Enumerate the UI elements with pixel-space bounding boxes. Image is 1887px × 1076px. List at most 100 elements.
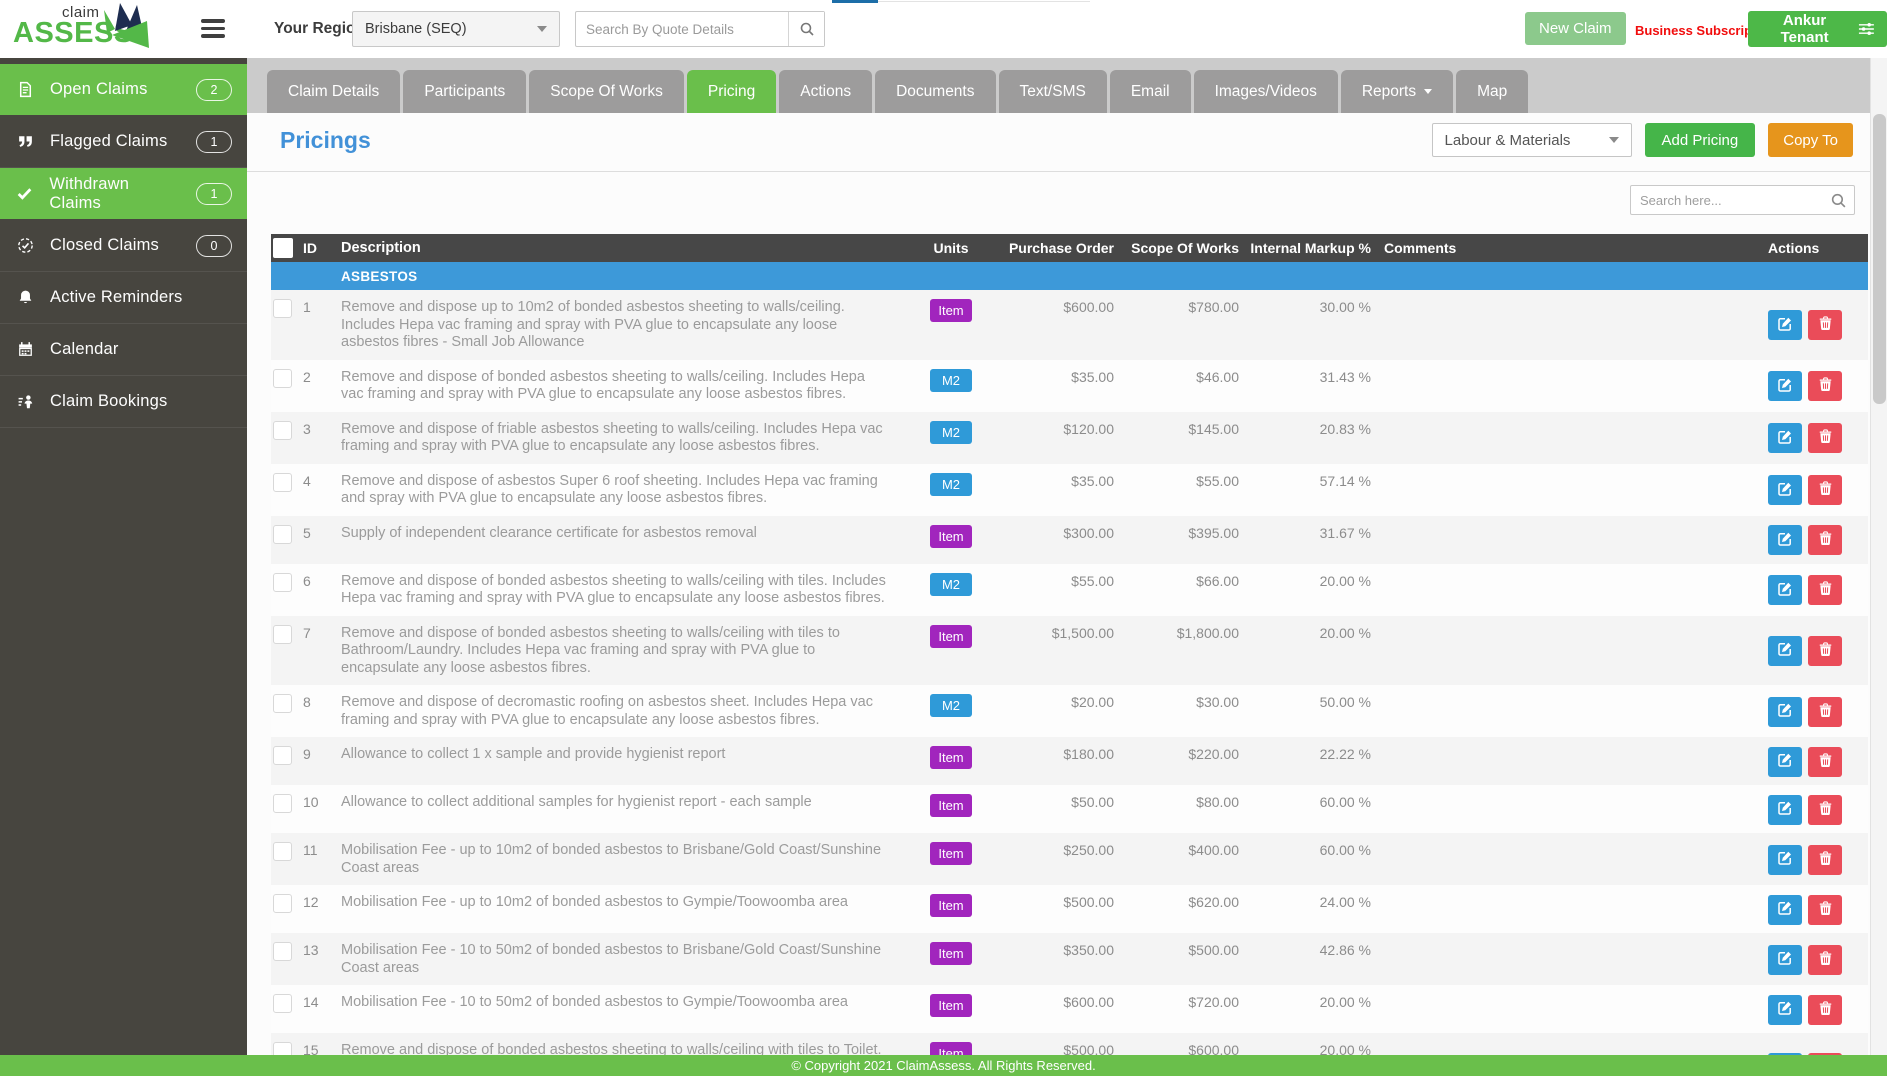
row-description: Remove and dispose of bonded asbestos sh… xyxy=(341,369,916,404)
sidebar-item-flagged-claims[interactable]: Flagged Claims1 xyxy=(0,116,247,168)
sidebar-item-closed-claims[interactable]: Closed Claims0 xyxy=(0,220,247,272)
region-select[interactable]: Brisbane (SEQ) xyxy=(352,11,560,47)
app-logo[interactable]: claim ASSESS xyxy=(13,0,203,58)
trash-icon xyxy=(1818,1001,1833,1019)
table-search-input[interactable] xyxy=(1631,193,1830,208)
row-checkbox[interactable] xyxy=(273,894,292,913)
edit-icon xyxy=(1777,1000,1793,1019)
edit-button[interactable] xyxy=(1768,525,1802,555)
delete-button[interactable] xyxy=(1808,310,1842,340)
delete-button[interactable] xyxy=(1808,371,1842,401)
edit-button[interactable] xyxy=(1768,371,1802,401)
edit-button[interactable] xyxy=(1768,845,1802,875)
tab-claim-details[interactable]: Claim Details xyxy=(267,70,400,113)
delete-button[interactable] xyxy=(1808,697,1842,727)
delete-button[interactable] xyxy=(1808,575,1842,605)
row-internal-markup: 20.00 % xyxy=(1239,1042,1371,1055)
row-checkbox[interactable] xyxy=(273,746,292,765)
row-checkbox[interactable] xyxy=(273,625,292,644)
delete-button[interactable] xyxy=(1808,747,1842,777)
row-checkbox[interactable] xyxy=(273,421,292,440)
column-header-description: Description xyxy=(341,240,916,256)
row-checkbox[interactable] xyxy=(273,942,292,961)
sidebar-item-claim-bookings[interactable]: Claim Bookings xyxy=(0,376,247,428)
delete-button[interactable] xyxy=(1808,845,1842,875)
tab-participants[interactable]: Participants xyxy=(403,70,526,113)
scrollbar-thumb[interactable] xyxy=(1873,114,1886,404)
chevron-down-icon xyxy=(1424,89,1432,94)
row-scope-of-works: $80.00 xyxy=(1114,794,1239,810)
tab-reports[interactable]: Reports xyxy=(1341,70,1453,113)
row-purchase-order: $1,500.00 xyxy=(986,625,1114,641)
edit-button[interactable] xyxy=(1768,697,1802,727)
row-checkbox[interactable] xyxy=(273,1042,292,1055)
menu-toggle-button[interactable] xyxy=(201,19,225,39)
row-checkbox[interactable] xyxy=(273,525,292,544)
footer-bar: © Copyright 2021 ClaimAssess. All Rights… xyxy=(0,1055,1887,1076)
row-id: 14 xyxy=(303,994,341,1010)
edit-button[interactable] xyxy=(1768,636,1802,666)
edit-button[interactable] xyxy=(1768,747,1802,777)
delete-button[interactable] xyxy=(1808,945,1842,975)
row-id: 11 xyxy=(303,842,341,858)
edit-button[interactable] xyxy=(1768,895,1802,925)
tab-pricing[interactable]: Pricing xyxy=(687,70,776,113)
row-purchase-order: $20.00 xyxy=(986,694,1114,710)
tab-actions[interactable]: Actions xyxy=(779,70,872,113)
edit-icon xyxy=(1777,316,1793,335)
sidebar-item-calendar[interactable]: Calendar xyxy=(0,324,247,376)
unit-badge: Item xyxy=(930,942,972,965)
sidebar-item-active-reminders[interactable]: Active Reminders xyxy=(0,272,247,324)
pricing-type-select[interactable]: Labour & Materials xyxy=(1432,123,1632,157)
row-checkbox[interactable] xyxy=(273,473,292,492)
delete-button[interactable] xyxy=(1808,636,1842,666)
copy-to-button[interactable]: Copy To xyxy=(1768,123,1853,157)
row-scope-of-works: $400.00 xyxy=(1114,842,1239,858)
tab-scope-of-works[interactable]: Scope Of Works xyxy=(529,70,684,113)
row-checkbox[interactable] xyxy=(273,573,292,592)
edit-button[interactable] xyxy=(1768,945,1802,975)
sidebar-item-open-claims[interactable]: Open Claims2 xyxy=(0,64,247,116)
sidebar-item-withdrawn-claims[interactable]: Withdrawn Claims1 xyxy=(0,168,247,220)
edit-icon xyxy=(1777,531,1793,550)
tab-documents[interactable]: Documents xyxy=(875,70,995,113)
search-icon[interactable] xyxy=(1830,192,1847,209)
edit-button[interactable] xyxy=(1768,310,1802,340)
delete-button[interactable] xyxy=(1808,423,1842,453)
row-checkbox[interactable] xyxy=(273,842,292,861)
select-all-checkbox[interactable] xyxy=(273,238,293,258)
tab-text-sms[interactable]: Text/SMS xyxy=(999,70,1107,113)
table-row: 4Remove and dispose of asbestos Super 6 … xyxy=(271,464,1868,516)
row-scope-of-works: $500.00 xyxy=(1114,942,1239,958)
edit-button[interactable] xyxy=(1768,423,1802,453)
vertical-scrollbar[interactable] xyxy=(1870,58,1887,1055)
edit-button[interactable] xyxy=(1768,995,1802,1025)
add-pricing-button[interactable]: Add Pricing xyxy=(1645,123,1756,157)
edit-button[interactable] xyxy=(1768,575,1802,605)
delete-button[interactable] xyxy=(1808,995,1842,1025)
row-checkbox[interactable] xyxy=(273,694,292,713)
row-internal-markup: 30.00 % xyxy=(1239,299,1371,315)
edit-button[interactable] xyxy=(1768,475,1802,505)
row-checkbox[interactable] xyxy=(273,369,292,388)
delete-button[interactable] xyxy=(1808,525,1842,555)
quote-search-input[interactable] xyxy=(576,12,788,46)
edit-button[interactable] xyxy=(1768,795,1802,825)
row-description: Mobilisation Fee - 10 to 50m2 of bonded … xyxy=(341,942,916,977)
delete-button[interactable] xyxy=(1808,475,1842,505)
tab-label: Images/Videos xyxy=(1215,83,1317,101)
row-checkbox[interactable] xyxy=(273,299,292,318)
tab-map[interactable]: Map xyxy=(1456,70,1528,113)
delete-button[interactable] xyxy=(1808,895,1842,925)
row-checkbox[interactable] xyxy=(273,794,292,813)
tab-images-videos[interactable]: Images/Videos xyxy=(1194,70,1338,113)
quote-search-button[interactable] xyxy=(788,12,824,46)
tenant-menu-button[interactable]: Ankur Tenant xyxy=(1748,11,1887,47)
new-claim-button[interactable]: New Claim xyxy=(1525,12,1626,45)
tab-email[interactable]: Email xyxy=(1110,70,1191,113)
delete-button[interactable] xyxy=(1808,795,1842,825)
row-checkbox[interactable] xyxy=(273,994,292,1013)
row-purchase-order: $500.00 xyxy=(986,894,1114,910)
row-scope-of-works: $395.00 xyxy=(1114,525,1239,541)
app-window: claim ASSESS Your Region Brisbane (SEQ) … xyxy=(0,0,1887,1076)
